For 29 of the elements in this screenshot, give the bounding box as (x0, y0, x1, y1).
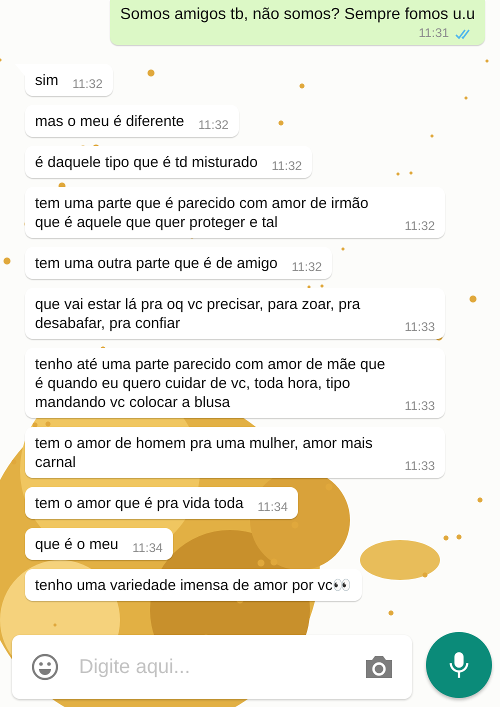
message-text: que é o meu (35, 535, 118, 554)
message-text: que vai estar lá pra oq vc precisar, para zoar, pra desabafar, pra confiar (35, 295, 362, 333)
message-text: tem o amor de homem pra uma mulher, amor mais carnal (35, 434, 374, 472)
message-text: é daquele tipo que é td misturado (35, 153, 258, 172)
message-text: Somos amigos tb, não somos? Sempre fomos u.u (120, 5, 475, 24)
microphone-icon (448, 651, 470, 679)
message-time: 11:33 (404, 320, 435, 335)
smiley-icon[interactable] (31, 653, 59, 681)
input-bar[interactable]: Digite aqui... (12, 635, 412, 699)
message-time: 11:33 (404, 399, 435, 414)
message-time: 11:32 (404, 219, 435, 234)
message-time: 11:32 (72, 77, 103, 92)
message-input-field[interactable]: Digite aqui... (77, 654, 346, 680)
camera-icon[interactable] (364, 654, 394, 680)
message-text: tenho uma variedade imensa de amor por vc👀 (35, 576, 352, 595)
message-text: tenho até uma parte parecido com amor de mãe que é quando eu quero cuidar de vc, toda hora, tipo mandando vc colocar a blusa (35, 355, 386, 412)
message-time: 11:34 (257, 500, 288, 515)
message-text: tem uma outra parte que é de amigo (35, 254, 278, 273)
message-text: sim (35, 71, 58, 90)
message-text: tem o amor que é pra vida toda (35, 494, 244, 513)
microphone-button[interactable] (426, 632, 492, 698)
message-time: 11:32 (292, 260, 322, 275)
message-time: 11:33 (404, 459, 435, 474)
message-text: tem uma parte que é parecido com amor de irmão que é aquele que quer proteger e tal (35, 194, 370, 232)
message-time: 11:32 (272, 159, 302, 174)
message-text: mas o meu é diferente (35, 112, 184, 131)
message-time: 11:32 (198, 118, 229, 133)
message-time: 11:34 (132, 541, 163, 556)
message-time: 11:31 (418, 26, 449, 41)
